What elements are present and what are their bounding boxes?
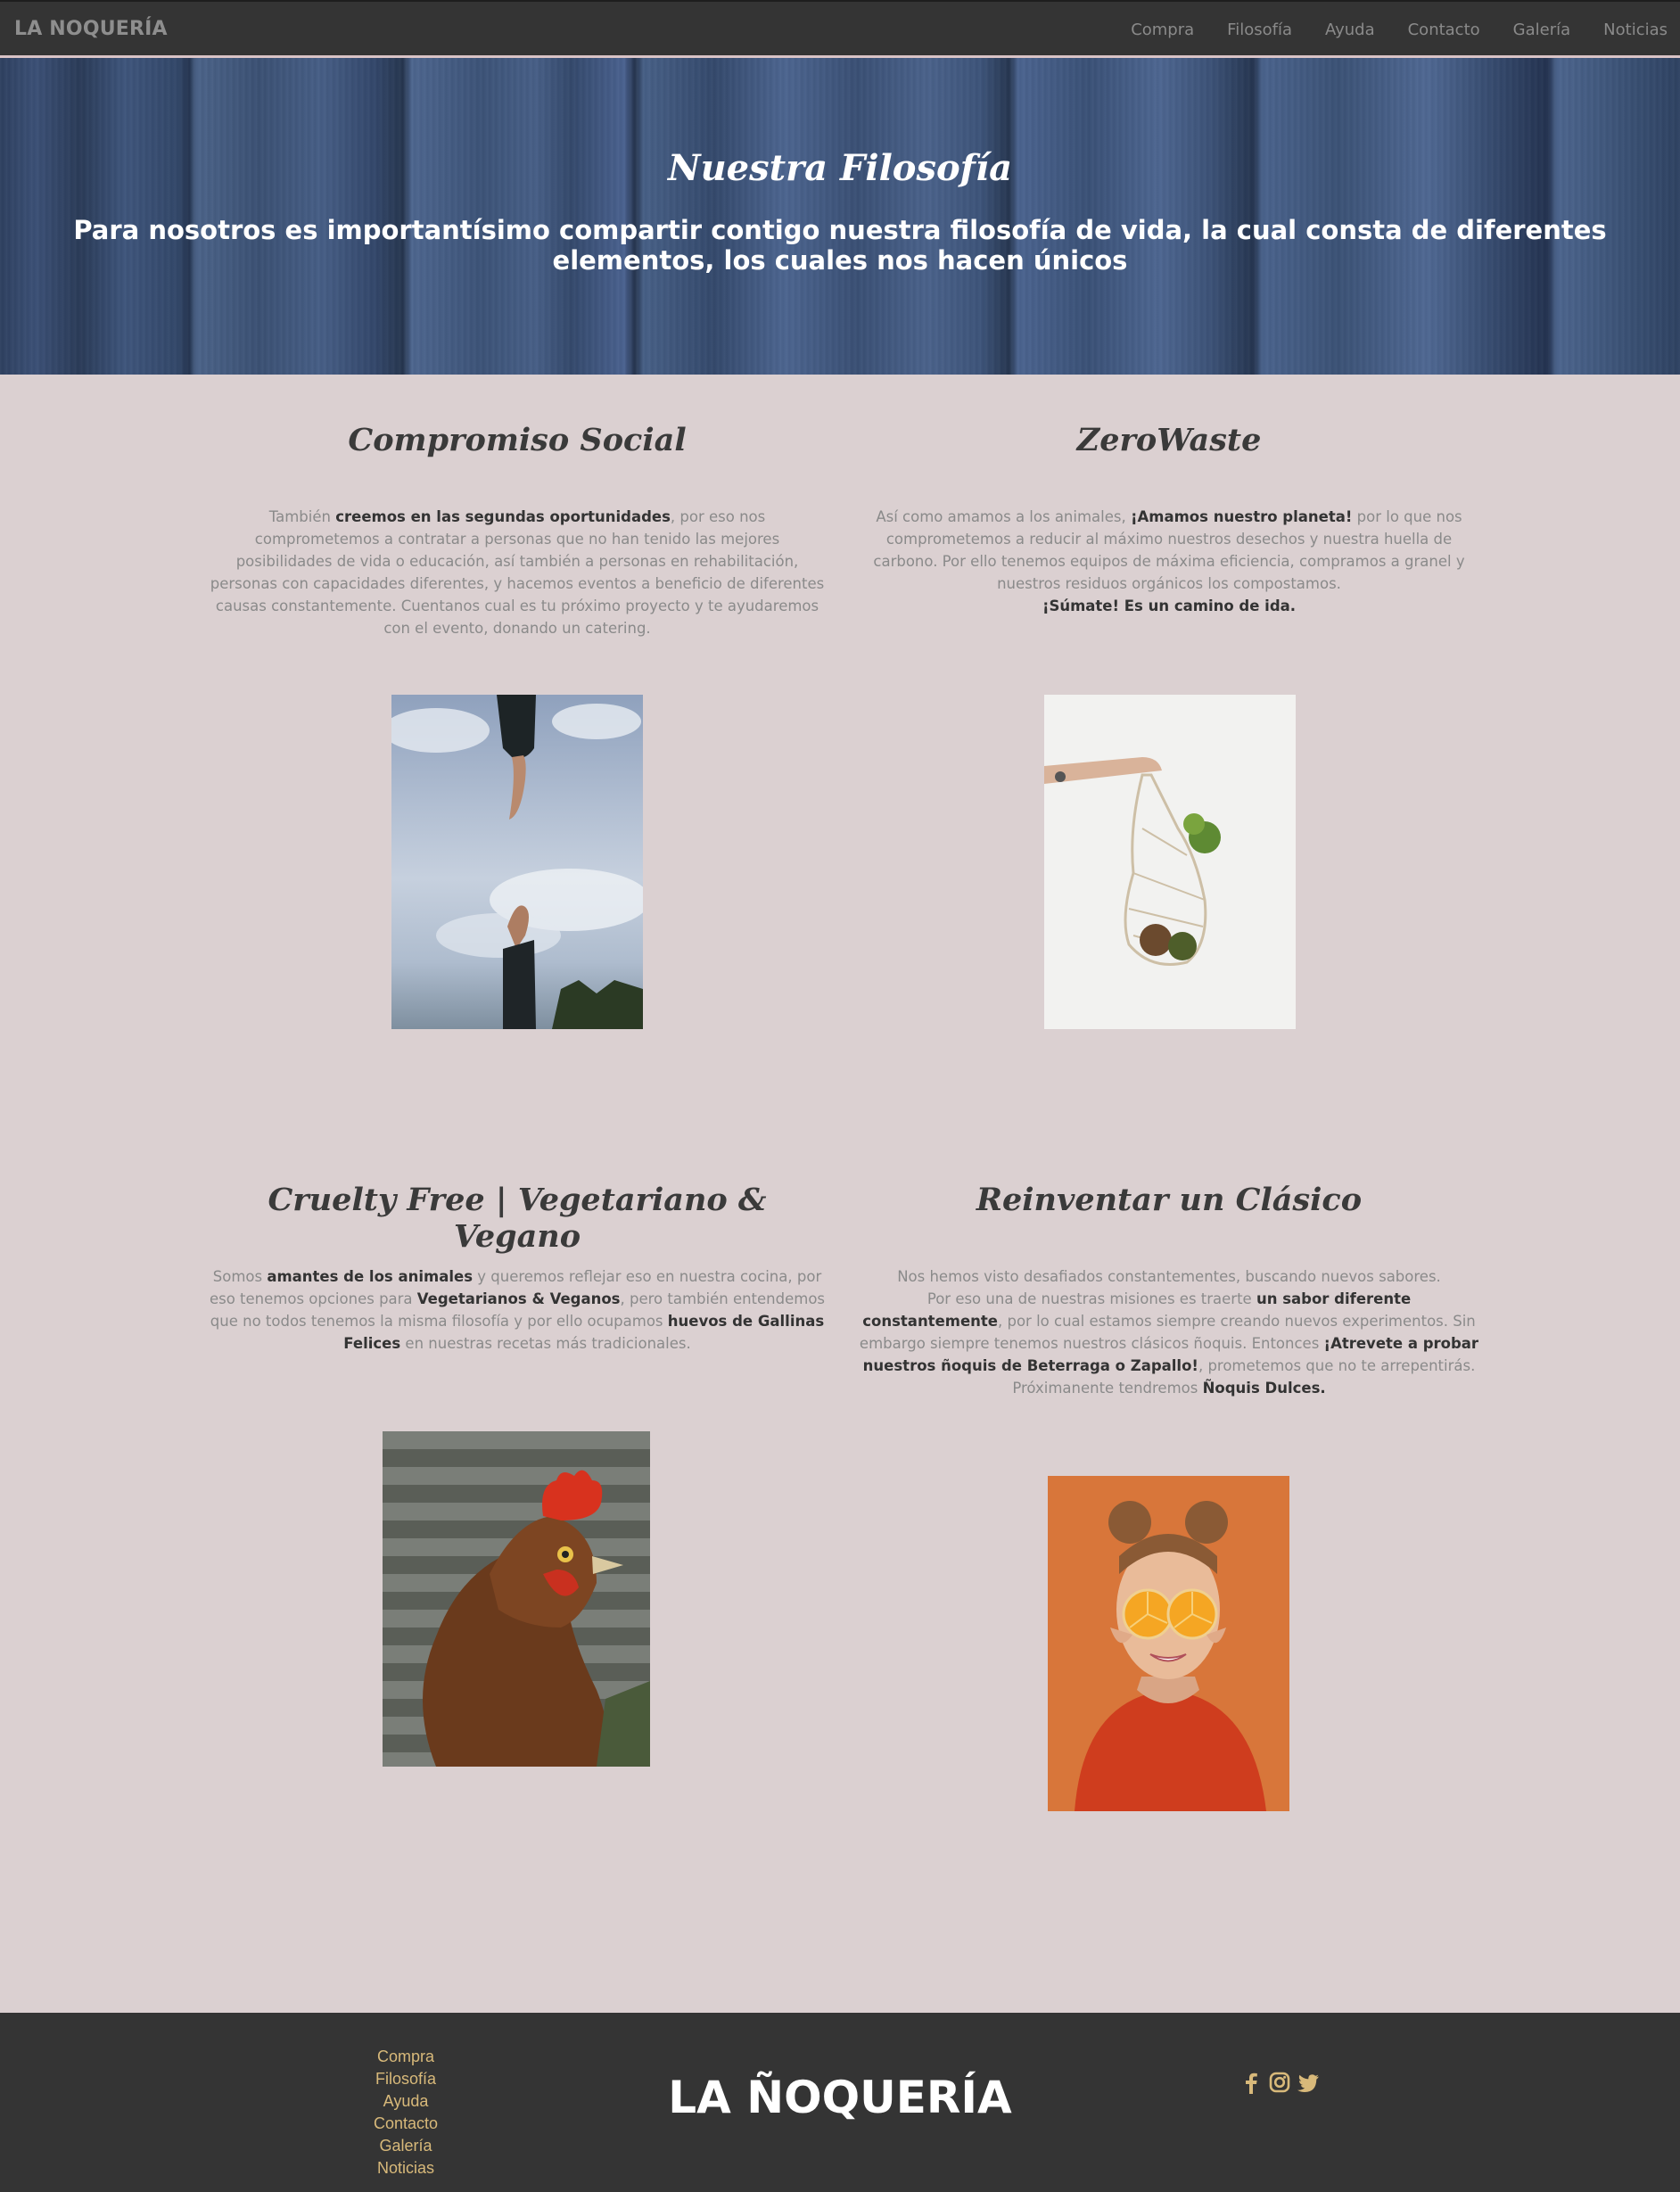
footer-link-compra[interactable]: Compra: [361, 2046, 450, 2068]
text-run: ¡Amamos nuestro planeta!: [1130, 508, 1353, 525]
section-title-zerowaste: ZeroWaste: [1076, 422, 1262, 458]
nav-link-compra[interactable]: Compra: [1131, 21, 1194, 39]
text-run: en nuestras recetas más tradicionales.: [400, 1335, 691, 1352]
text-run: Ñoquis Dulces.: [1202, 1380, 1326, 1397]
brand-logo[interactable]: LA NOQUERÍA: [14, 18, 168, 40]
text-run: , prometemos que no te arrepentirás.: [1198, 1357, 1476, 1374]
photo-woman-oranges: [1048, 1476, 1289, 1811]
text-run: Vegetarianos & Veganos: [416, 1290, 621, 1307]
text-run: creemos en las segundas oportunidades: [335, 508, 671, 525]
section-title-cruelty-free: Cruelty Free | Vegetariano & Vegano: [268, 1182, 767, 1255]
section-title-compromiso: Compromiso Social: [348, 422, 687, 458]
nav-link-ayuda[interactable]: Ayuda: [1325, 21, 1375, 39]
nav-link-galeria[interactable]: Galería: [1513, 21, 1571, 39]
text-run: , por eso nos comprometemos a contratar …: [210, 508, 825, 637]
text-run: También: [268, 508, 336, 525]
text-run: Próximanente tendremos: [1012, 1380, 1203, 1397]
facebook-icon[interactable]: [1239, 2070, 1263, 2095]
footer-link-noticias[interactable]: Noticias: [361, 2157, 450, 2180]
text-run: amantes de los animales: [267, 1268, 474, 1285]
footer: Compra Filosofía Ayuda Contacto Galería …: [0, 2013, 1680, 2192]
text-run: Por eso una de nuestras misiones es trae…: [926, 1290, 1256, 1307]
instagram-icon[interactable]: [1268, 2070, 1291, 2095]
nav-link-contacto[interactable]: Contacto: [1408, 21, 1480, 39]
social-icons: [1239, 2070, 1320, 2095]
twitter-icon[interactable]: [1297, 2070, 1320, 2095]
section-text-reinventar: Nos hemos visto desafiados constantement…: [857, 1265, 1481, 1399]
footer-link-galeria[interactable]: Galería: [361, 2135, 450, 2157]
footer-logo: LA ÑOQUERÍA: [668, 2072, 1012, 2123]
photo-hands-sky: [391, 695, 643, 1029]
nav-link-filosofia[interactable]: Filosofía: [1227, 21, 1292, 39]
hero-banner: Nuestra Filosofía Para nosotros es impor…: [0, 58, 1680, 375]
navbar: LA NOQUERÍA Compra Filosofía Ayuda Conta…: [0, 0, 1680, 58]
nav-link-noticias[interactable]: Noticias: [1603, 21, 1668, 39]
text-run: Nos hemos visto desafiados constantement…: [897, 1268, 1441, 1285]
text-run: Así como amamos a los animales,: [876, 508, 1131, 525]
section-text-zerowaste: Así como amamos a los animales, ¡Amamos …: [857, 506, 1481, 617]
photo-mesh-bag: [1044, 695, 1296, 1029]
photo-chicken: [383, 1431, 650, 1767]
nav-links: Compra Filosofía Ayuda Contacto Galería …: [1098, 21, 1668, 39]
hero-subtitle: Para nosotros es importantísimo comparti…: [73, 215, 1607, 276]
section-title-reinventar: Reinventar un Clásico: [976, 1182, 1363, 1218]
text-run: ¡Súmate! Es un camino de ida.: [1042, 597, 1297, 614]
section-text-compromiso: También creemos en las segundas oportuni…: [205, 506, 829, 639]
hero-title: Nuestra Filosofía: [668, 147, 1012, 189]
text-run: Somos: [212, 1268, 268, 1285]
section-text-cruelty-free: Somos amantes de los animales y queremos…: [205, 1265, 829, 1355]
